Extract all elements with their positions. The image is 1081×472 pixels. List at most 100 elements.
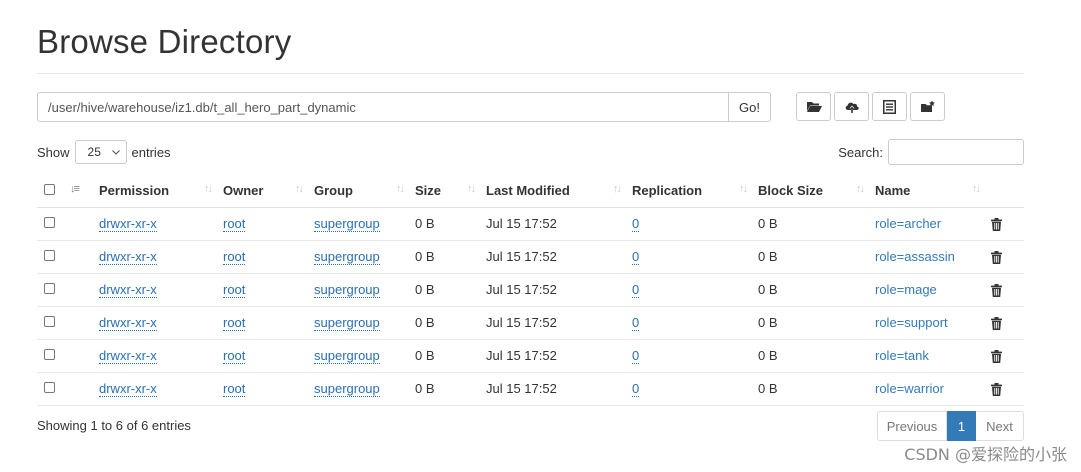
- group-link[interactable]: supergroup: [314, 381, 380, 397]
- last-modified-cell: Jul 15 17:52: [486, 372, 632, 406]
- open-folder-button[interactable]: [796, 92, 831, 121]
- sort-column-header[interactable]: ↓≡: [68, 174, 99, 208]
- delete-cell[interactable]: [991, 240, 1024, 274]
- group-link[interactable]: supergroup: [314, 282, 380, 298]
- go-button[interactable]: Go!: [729, 92, 771, 122]
- table-row: drwxr-xr-x root supergroup 0 B Jul 15 17:52 0…: [37, 339, 1024, 373]
- table-row: drwxr-xr-x root supergroup 0 B Jul 15 17:52 0…: [37, 306, 1024, 340]
- column-header-last-modified[interactable]: Last Modified ↑↓: [486, 174, 632, 208]
- delete-cell[interactable]: [991, 372, 1024, 406]
- delete-cell[interactable]: [991, 339, 1024, 373]
- table-info: Showing 1 to 6 of 6 entries: [37, 418, 191, 433]
- row-spacer-cell: [68, 207, 99, 241]
- chevron-down-icon: [111, 149, 120, 155]
- actions-column: [991, 174, 1024, 208]
- entries-select-value: 25: [87, 145, 101, 159]
- page-1-button[interactable]: 1: [947, 411, 976, 441]
- block-size-cell: 0 B: [758, 372, 875, 406]
- column-header-size[interactable]: Size ↑↓: [415, 174, 486, 208]
- column-header-name[interactable]: Name ↑↓: [875, 174, 991, 208]
- trash-icon[interactable]: [991, 218, 1002, 232]
- replication-link[interactable]: 0: [632, 348, 640, 364]
- sort-icon: ↑↓: [396, 183, 405, 195]
- owner-link[interactable]: root: [223, 315, 246, 331]
- owner-link[interactable]: root: [223, 348, 246, 364]
- group-link[interactable]: supergroup: [314, 315, 380, 331]
- upload-button[interactable]: [834, 92, 869, 121]
- size-cell: 0 B: [415, 306, 486, 340]
- entry-name-link[interactable]: role=warrior: [875, 381, 944, 396]
- delete-cell[interactable]: [991, 306, 1024, 340]
- size-cell: 0 B: [415, 207, 486, 241]
- entry-name-link[interactable]: role=assassin: [875, 249, 955, 264]
- size-cell: 0 B: [415, 372, 486, 406]
- file-table: ↓≡ Permission ↑↓ Owner ↑↓ Group ↑↓ Size ↑↓ L…: [37, 174, 1024, 406]
- delete-cell[interactable]: [991, 207, 1024, 241]
- entries-length-control: Show 25 entries: [37, 140, 171, 164]
- last-modified-cell: Jul 15 17:52: [486, 339, 632, 373]
- replication-link[interactable]: 0: [632, 216, 640, 232]
- trash-icon[interactable]: [991, 251, 1002, 265]
- block-size-cell: 0 B: [758, 306, 875, 340]
- row-checkbox[interactable]: [44, 382, 55, 393]
- replication-link[interactable]: 0: [632, 315, 640, 331]
- entry-name-link[interactable]: role=support: [875, 315, 948, 330]
- block-size-cell: 0 B: [758, 339, 875, 373]
- watermark: CSDN @爱探险的小张: [904, 445, 1067, 464]
- replication-link[interactable]: 0: [632, 381, 640, 397]
- entry-name-link[interactable]: role=mage: [875, 282, 937, 297]
- row-spacer-cell: [68, 273, 99, 307]
- owner-link[interactable]: root: [223, 381, 246, 397]
- column-header-group[interactable]: Group ↑↓: [314, 174, 415, 208]
- group-link[interactable]: supergroup: [314, 249, 380, 265]
- permission-link[interactable]: drwxr-xr-x: [99, 249, 157, 265]
- last-modified-cell: Jul 15 17:52: [486, 240, 632, 274]
- permission-link[interactable]: drwxr-xr-x: [99, 315, 157, 331]
- next-page-button[interactable]: Next: [976, 411, 1024, 441]
- row-spacer-cell: [68, 306, 99, 340]
- cut-paste-button[interactable]: [872, 92, 907, 121]
- row-checkbox[interactable]: [44, 250, 55, 261]
- entry-name-link[interactable]: role=tank: [875, 348, 929, 363]
- sort-icon: ↑↓: [204, 183, 213, 195]
- new-folder-icon: [920, 100, 935, 112]
- delete-cell[interactable]: [991, 273, 1024, 307]
- owner-link[interactable]: root: [223, 282, 246, 298]
- search-input[interactable]: [888, 139, 1024, 165]
- row-select-cell: [37, 306, 68, 340]
- trash-icon[interactable]: [991, 317, 1002, 331]
- row-checkbox[interactable]: [44, 217, 55, 228]
- trash-icon[interactable]: [991, 350, 1002, 364]
- list-icon: [883, 99, 896, 114]
- permission-link[interactable]: drwxr-xr-x: [99, 381, 157, 397]
- entry-name-link[interactable]: role=archer: [875, 216, 941, 231]
- row-checkbox[interactable]: [44, 283, 55, 294]
- owner-link[interactable]: root: [223, 216, 246, 232]
- column-header-permission[interactable]: Permission ↑↓: [99, 174, 223, 208]
- group-link[interactable]: supergroup: [314, 216, 380, 232]
- permission-link[interactable]: drwxr-xr-x: [99, 216, 157, 232]
- column-header-replication[interactable]: Replication ↑↓: [632, 174, 758, 208]
- select-all-checkbox[interactable]: [44, 183, 55, 195]
- sort-icon: ↑↓: [467, 183, 476, 195]
- sort-icon: ↑↓: [856, 183, 865, 195]
- block-size-cell: 0 B: [758, 273, 875, 307]
- entries-per-page-select[interactable]: 25: [74, 140, 127, 164]
- row-checkbox[interactable]: [44, 349, 55, 360]
- trash-icon[interactable]: [991, 383, 1002, 397]
- create-directory-button[interactable]: [910, 92, 945, 121]
- permission-link[interactable]: drwxr-xr-x: [99, 348, 157, 364]
- permission-link[interactable]: drwxr-xr-x: [99, 282, 157, 298]
- table-row: drwxr-xr-x root supergroup 0 B Jul 15 17:52 0…: [37, 273, 1024, 307]
- column-header-block-size[interactable]: Block Size ↑↓: [758, 174, 875, 208]
- column-header-owner[interactable]: Owner ↑↓: [223, 174, 314, 208]
- group-link[interactable]: supergroup: [314, 348, 380, 364]
- directory-path-input[interactable]: [37, 92, 729, 122]
- replication-link[interactable]: 0: [632, 249, 640, 265]
- replication-link[interactable]: 0: [632, 282, 640, 298]
- row-checkbox[interactable]: [44, 316, 55, 327]
- search-label: Search:: [838, 144, 883, 160]
- previous-page-button[interactable]: Previous: [877, 411, 947, 441]
- trash-icon[interactable]: [991, 284, 1002, 298]
- owner-link[interactable]: root: [223, 249, 246, 265]
